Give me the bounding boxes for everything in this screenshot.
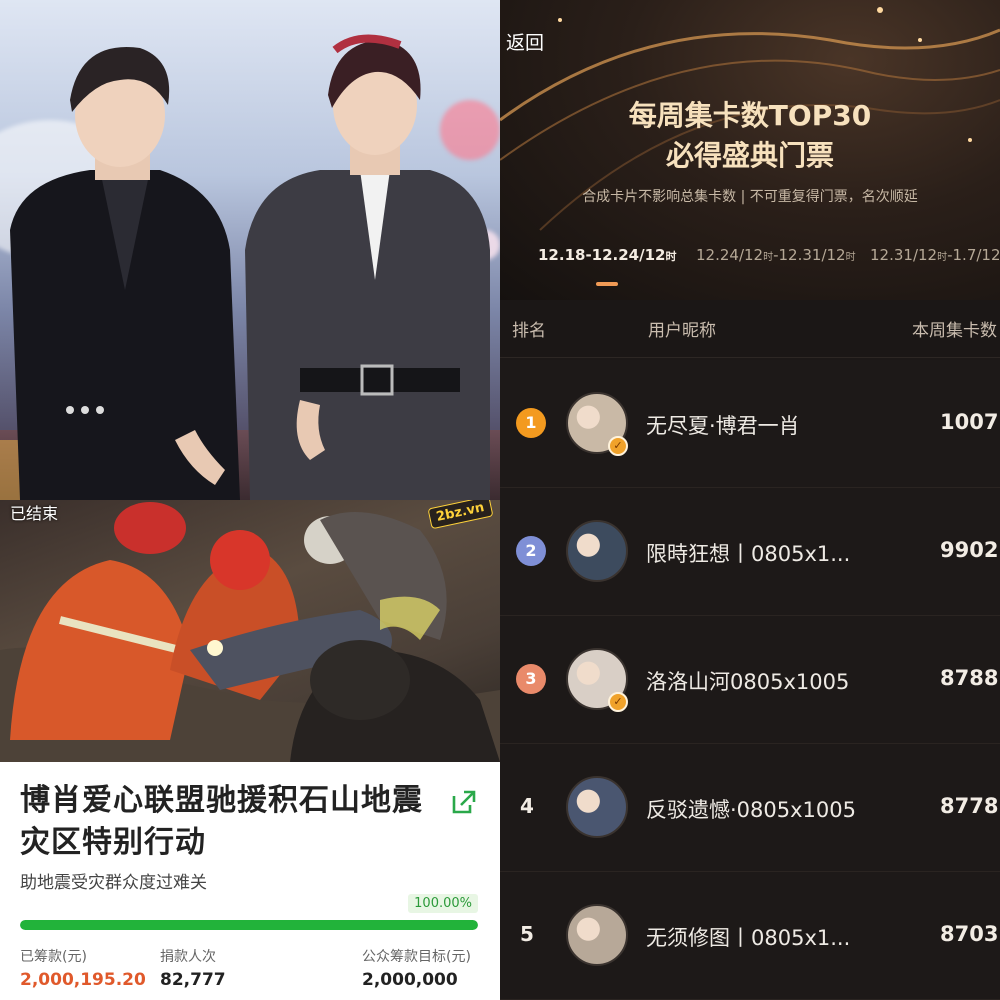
- rank-badge: 3: [516, 664, 546, 694]
- progress-percent-badge: 100.00%: [408, 894, 478, 913]
- stat-target-label: 公众筹款目标(元): [362, 949, 471, 965]
- avatar[interactable]: [566, 776, 628, 838]
- week-tabs: 12.18-12.24/12时 12.24/12时-12.31/12时 12.3…: [528, 246, 1000, 276]
- stat-target-value: 2,000,000: [362, 970, 458, 990]
- share-icon[interactable]: [450, 788, 478, 816]
- tab-week-1[interactable]: 12.18-12.24/12时: [538, 246, 676, 264]
- leaderboard-row[interactable]: 4 反驳遗憾·0805x1005 8778: [500, 744, 1000, 872]
- active-tab-indicator: [596, 282, 618, 286]
- stage-photo: [0, 0, 500, 500]
- user-nickname: 无须修图丨0805x1...: [646, 926, 851, 950]
- donation-card[interactable]: 已结束 2bz.vn 博肖爱心联盟驰援积石山地震灾区特别行动 助地震受灾群众度过…: [0, 500, 500, 1000]
- back-button[interactable]: 返回: [506, 28, 544, 55]
- stat-donors-value: 82,777: [160, 970, 226, 990]
- card-count: 8778: [940, 794, 999, 818]
- person-left-figure: [10, 47, 240, 500]
- column-header: 排名 用户昵称 本周集卡数: [500, 300, 1000, 358]
- card-count: 8788: [940, 666, 999, 690]
- ended-status-tag: 已结束: [10, 504, 59, 523]
- rank-number: 5: [520, 922, 534, 946]
- verified-badge-icon: ✓: [608, 436, 628, 456]
- progress-bar-fill: [20, 920, 478, 930]
- card-count: 8703: [940, 922, 999, 946]
- leaderboard-title: 每周集卡数TOP30 必得盛典门票: [500, 96, 1000, 176]
- user-nickname: 洛洛山河0805x1005: [646, 670, 850, 694]
- column-rank: 排名: [512, 321, 546, 341]
- user-nickname: 反驳遗憾·0805x1005: [646, 798, 856, 822]
- avatar[interactable]: [566, 520, 628, 582]
- card-count: 9902: [940, 538, 999, 562]
- rescue-photo: 已结束 2bz.vn: [0, 500, 500, 762]
- leaderboard-row[interactable]: 2 限時狂想丨0805x1... 9902: [500, 488, 1000, 616]
- leaderboard-row[interactable]: 5 无须修图丨0805x1... 8703: [500, 872, 1000, 1000]
- leaderboard-banner: 返回 每周集卡数TOP30 必得盛典门票 合成卡片不影响总集卡数 | 不可重复得…: [500, 0, 1000, 300]
- rank-number: 4: [520, 794, 534, 818]
- leaderboard-note: 合成卡片不影响总集卡数 | 不可重复得门票，名次顺延: [582, 189, 918, 205]
- stat-raised: 已筹款(元) 2,000,195.20: [20, 946, 146, 990]
- card-count: 10071: [940, 410, 1000, 434]
- user-nickname: 无尽夏·博君一肖: [646, 414, 800, 438]
- stat-donors: 捐款人次 82,777: [160, 946, 226, 990]
- person-right-figure: [245, 34, 490, 500]
- stat-raised-value: 2,000,195.20: [20, 970, 146, 990]
- stat-raised-label: 已筹款(元): [20, 949, 87, 965]
- leaderboard-title-line1: 每周集卡数TOP30: [628, 99, 872, 132]
- progress-bar: [20, 920, 478, 930]
- leaderboard-row[interactable]: 3 ✓ 洛洛山河0805x1005 8788: [500, 616, 1000, 744]
- stat-target: 公众筹款目标(元) 2,000,000: [362, 946, 471, 990]
- leaderboard-row[interactable]: 1 ✓ 无尽夏·博君一肖 10071: [500, 360, 1000, 488]
- tab-week-2[interactable]: 12.24/12时-12.31/12时: [696, 246, 856, 264]
- donation-subtitle: 助地震受灾群众度过难关: [20, 873, 207, 893]
- stat-donors-label: 捐款人次: [160, 949, 216, 965]
- column-card-count: 本周集卡数: [912, 321, 997, 341]
- rank-badge: 2: [516, 536, 546, 566]
- column-nickname: 用户昵称: [648, 321, 716, 341]
- leaderboard-title-line2: 必得盛典门票: [665, 139, 834, 172]
- avatar[interactable]: [566, 904, 628, 966]
- tab-week-3[interactable]: 12.31/12时-1.7/12: [870, 246, 1000, 264]
- rank-badge: 1: [516, 408, 546, 438]
- leaderboard-screen: 返回 每周集卡数TOP30 必得盛典门票 合成卡片不影响总集卡数 | 不可重复得…: [500, 0, 1000, 1000]
- user-nickname: 限時狂想丨0805x1...: [646, 542, 851, 566]
- verified-badge-icon: ✓: [608, 692, 628, 712]
- donation-title: 博肖爱心联盟驰援积石山地震灾区特别行动: [20, 783, 423, 860]
